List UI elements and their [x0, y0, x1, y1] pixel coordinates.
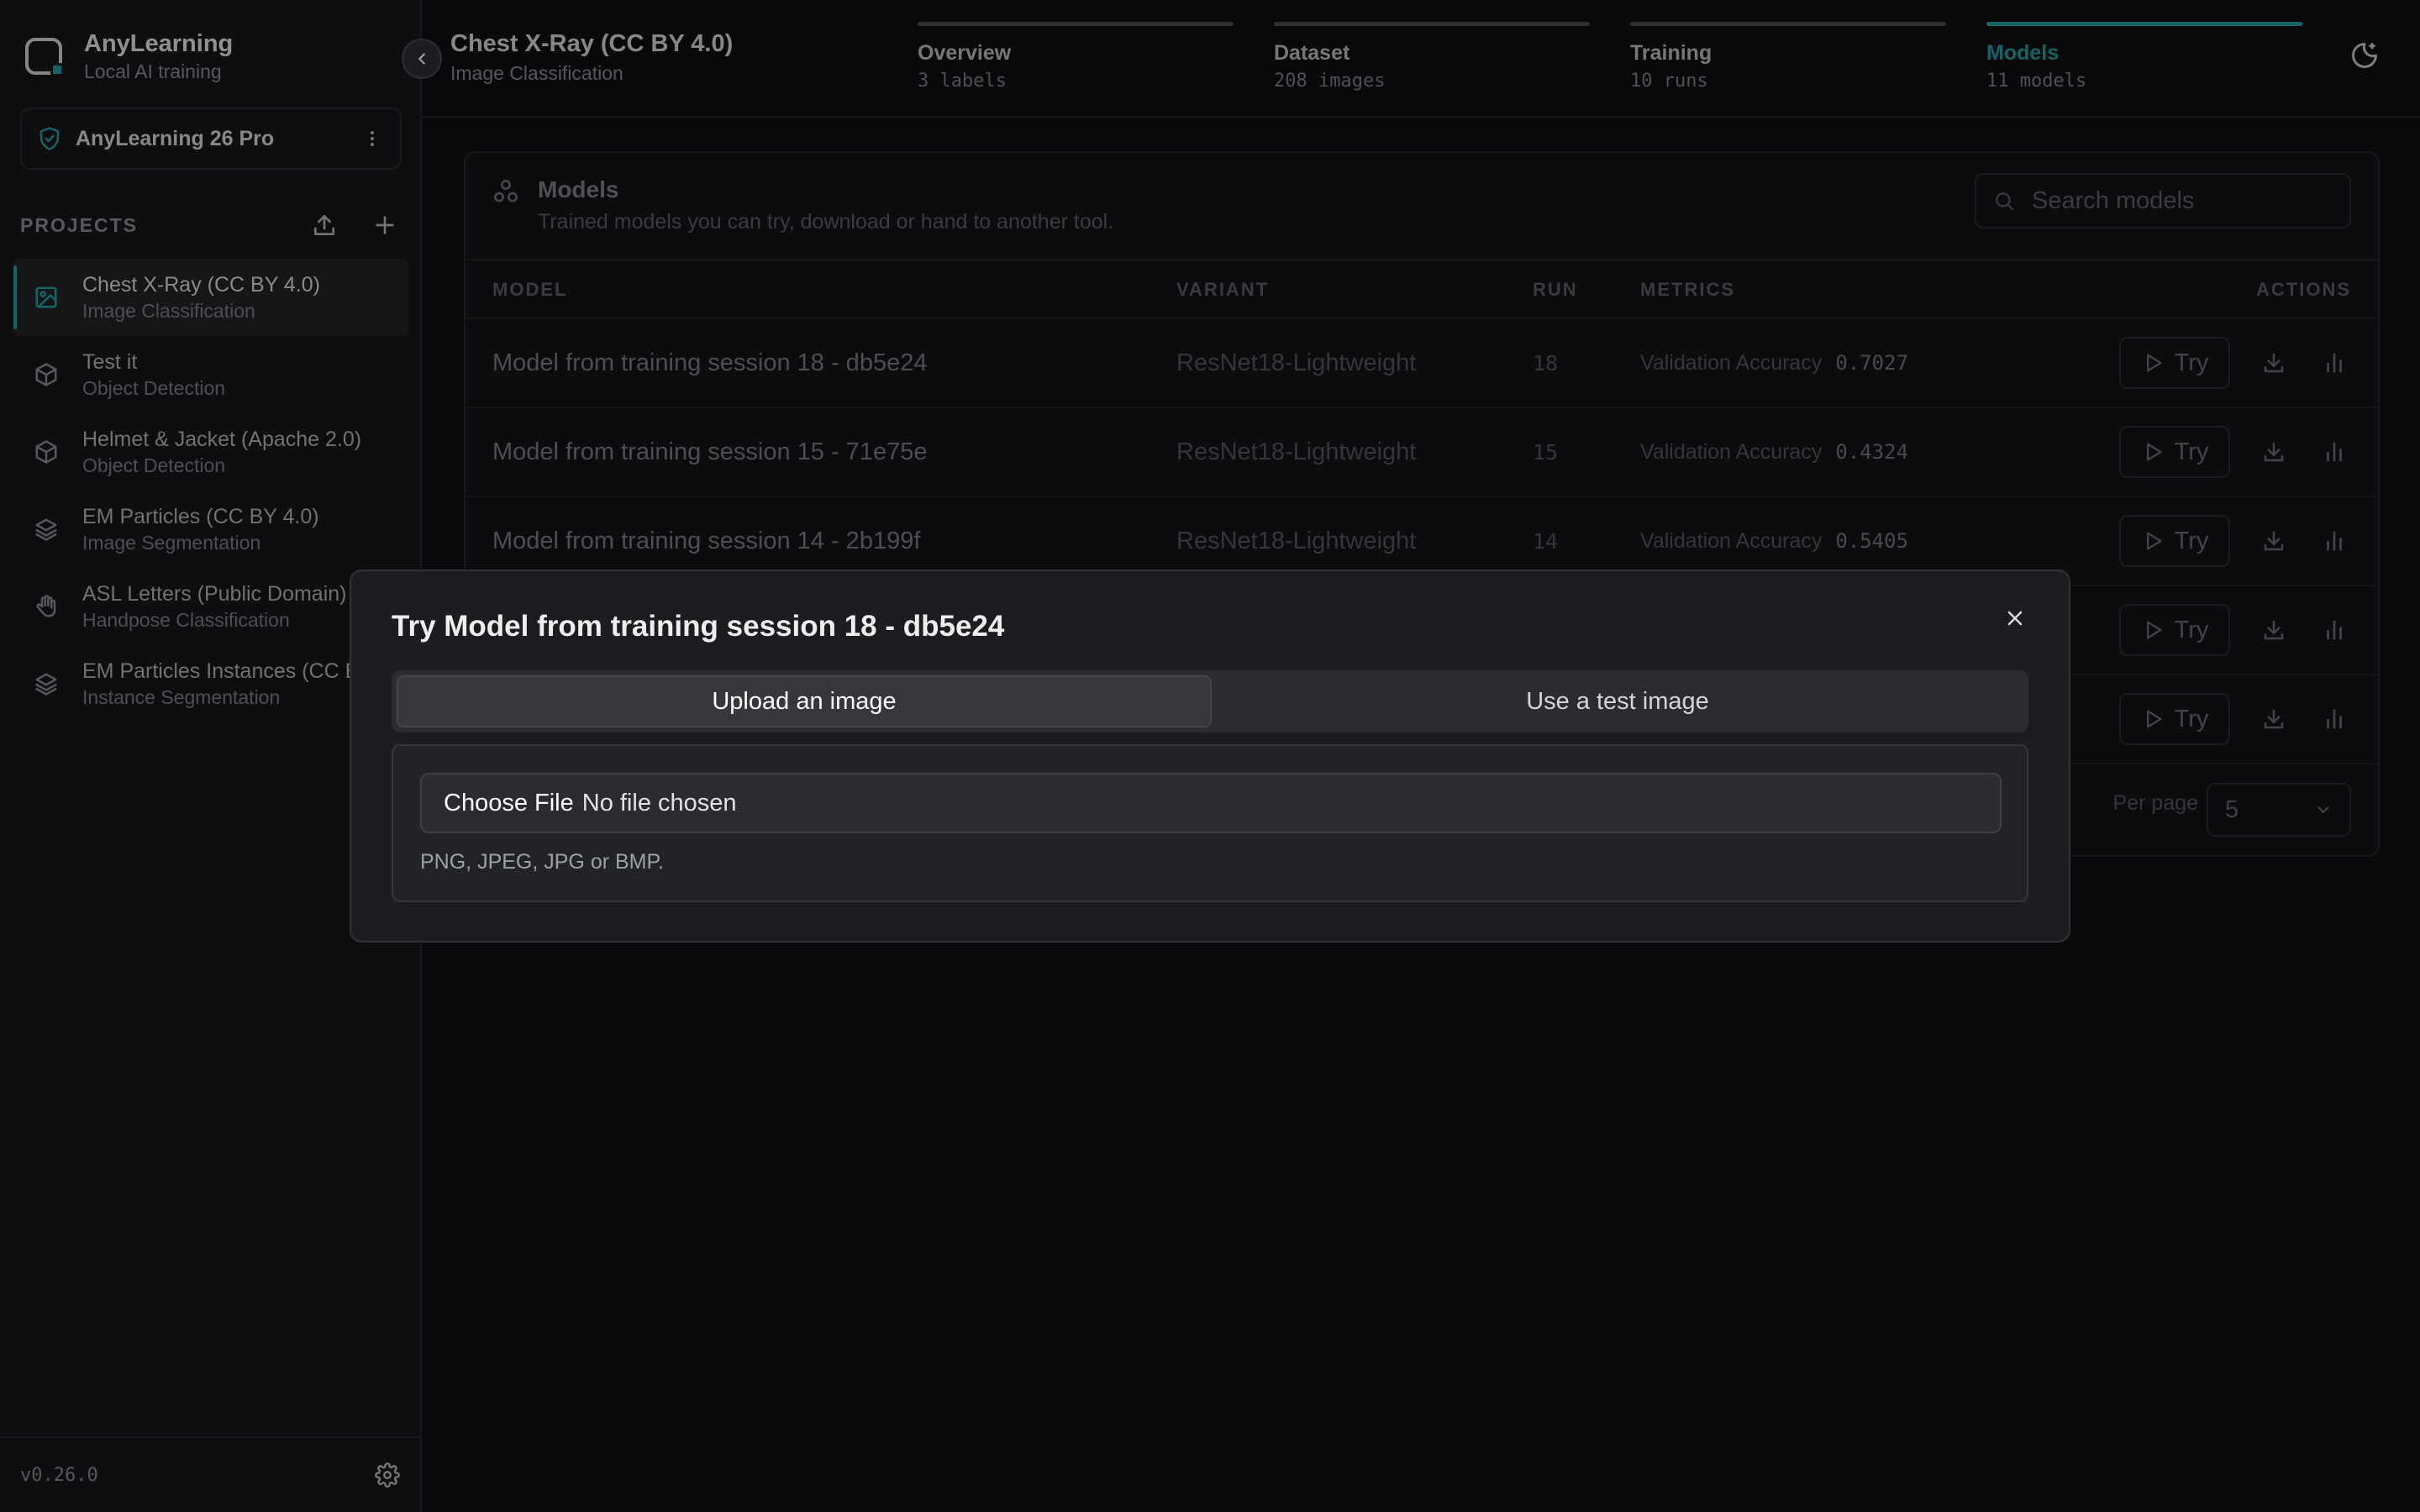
choose-file-button[interactable]: Choose File [444, 790, 574, 817]
tab-upload-image[interactable]: Upload an image [397, 675, 1212, 727]
file-status: No file chosen [581, 789, 737, 816]
file-input[interactable]: Choose File No file chosen [420, 773, 2002, 833]
chevron-left-icon [413, 50, 431, 68]
collapse-sidebar-button[interactable] [402, 39, 442, 79]
upload-hint: PNG, JPEG, JPG or BMP. [420, 850, 664, 874]
dialog-title: Try Model from training session 18 - db5… [392, 610, 1005, 643]
upload-panel: Choose File No file chosen PNG, JPEG, JP… [392, 744, 2028, 902]
close-icon[interactable] [1998, 601, 2032, 635]
try-model-dialog: Try Model from training session 18 - db5… [350, 570, 2070, 942]
tab-test-image[interactable]: Use a test image [1212, 675, 2023, 727]
image-source-tabs: Upload an image Use a test image [392, 670, 2028, 732]
